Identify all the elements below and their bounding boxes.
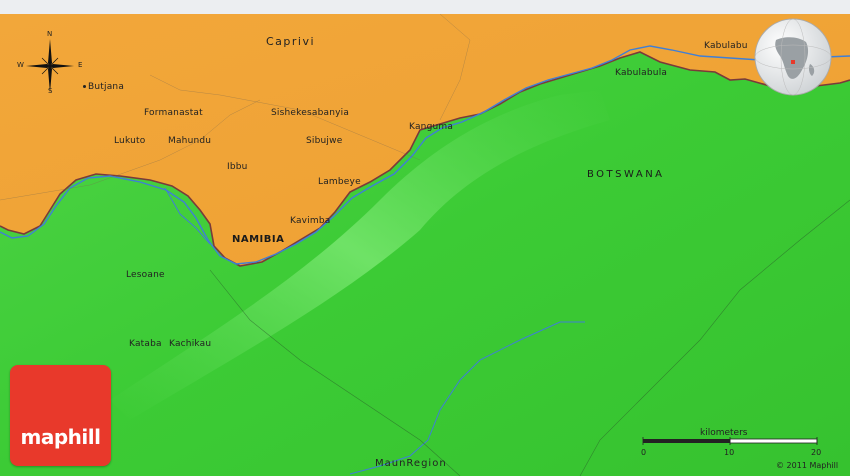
country-label-botswana: BOTSWANA (587, 169, 665, 180)
place-kavimba: Kavimba (290, 216, 330, 226)
region-label-caprivi: Caprivi (266, 35, 316, 48)
place-mahundu: Mahundu (168, 136, 211, 146)
place-kataba: Kataba (129, 339, 162, 349)
compass-w: W (17, 61, 24, 69)
place-label: Kachikau (169, 339, 212, 349)
place-maun-region: MaunRegion (375, 458, 447, 469)
place-sishekesabanyia: Sishekesabanyia (271, 108, 349, 118)
map-view[interactable]: N S W E Caprivi NAMIBIA BOTSWANA Butjana… (0, 0, 850, 476)
place-label: Lukuto (114, 136, 146, 146)
place-label: Kavimba (290, 216, 331, 226)
scale-tick-20: 20 (811, 448, 822, 457)
place-lukuto: Lukuto (114, 136, 145, 146)
place-label: Sishekesabanyia (271, 108, 350, 118)
globe-locator (754, 18, 832, 96)
terrain-basemap (0, 14, 850, 476)
place-label: Kabulabula (615, 68, 668, 78)
place-lesoane: Lesoane (126, 270, 165, 280)
place-label: MaunRegion (375, 458, 447, 469)
place-kabulabula: Kabulabula (615, 68, 667, 78)
place-label: Butjana (88, 82, 125, 92)
compass-n: N (47, 30, 53, 38)
place-label: Formanastat (144, 108, 203, 118)
place-label: Ibbu (227, 162, 248, 172)
logo-text: maphill (20, 425, 101, 449)
globe-locator-icon (754, 18, 832, 96)
top-strip (0, 0, 850, 14)
place-label: Kanguma (409, 122, 454, 132)
scale-tick-0: 0 (641, 448, 647, 457)
place-label: Kataba (129, 339, 162, 349)
maphill-logo[interactable]: maphill (10, 365, 111, 466)
scale-tick-10: 10 (724, 448, 735, 457)
copyright-notice: © 2011 Maphill (776, 461, 839, 470)
place-label: Kabulabu (704, 41, 748, 51)
place-label: Sibujwe (306, 136, 343, 146)
compass-e: E (78, 61, 83, 69)
country-label-namibia: NAMIBIA (232, 234, 285, 245)
place-kachikau: Kachikau (169, 339, 211, 349)
place-label: Lambeye (318, 177, 361, 187)
place-sibujwe: Sibujwe (306, 136, 342, 146)
place-label: Lesoane (126, 270, 165, 280)
place-butjana: Butjana (83, 82, 124, 92)
compass-rose: N S W E (14, 30, 86, 99)
compass-s: S (48, 87, 53, 95)
place-formanastat: Formanastat (144, 108, 203, 118)
place-kabulabu: Kabulabu (704, 41, 748, 51)
place-ibbu: Ibbu (227, 162, 248, 172)
place-label: Mahundu (168, 136, 212, 146)
place-lambeye: Lambeye (318, 177, 361, 187)
place-dot-icon (83, 85, 86, 88)
scale-bar: kilometers 0 10 20 (630, 428, 825, 458)
place-kanguma: Kanguma (409, 122, 453, 132)
